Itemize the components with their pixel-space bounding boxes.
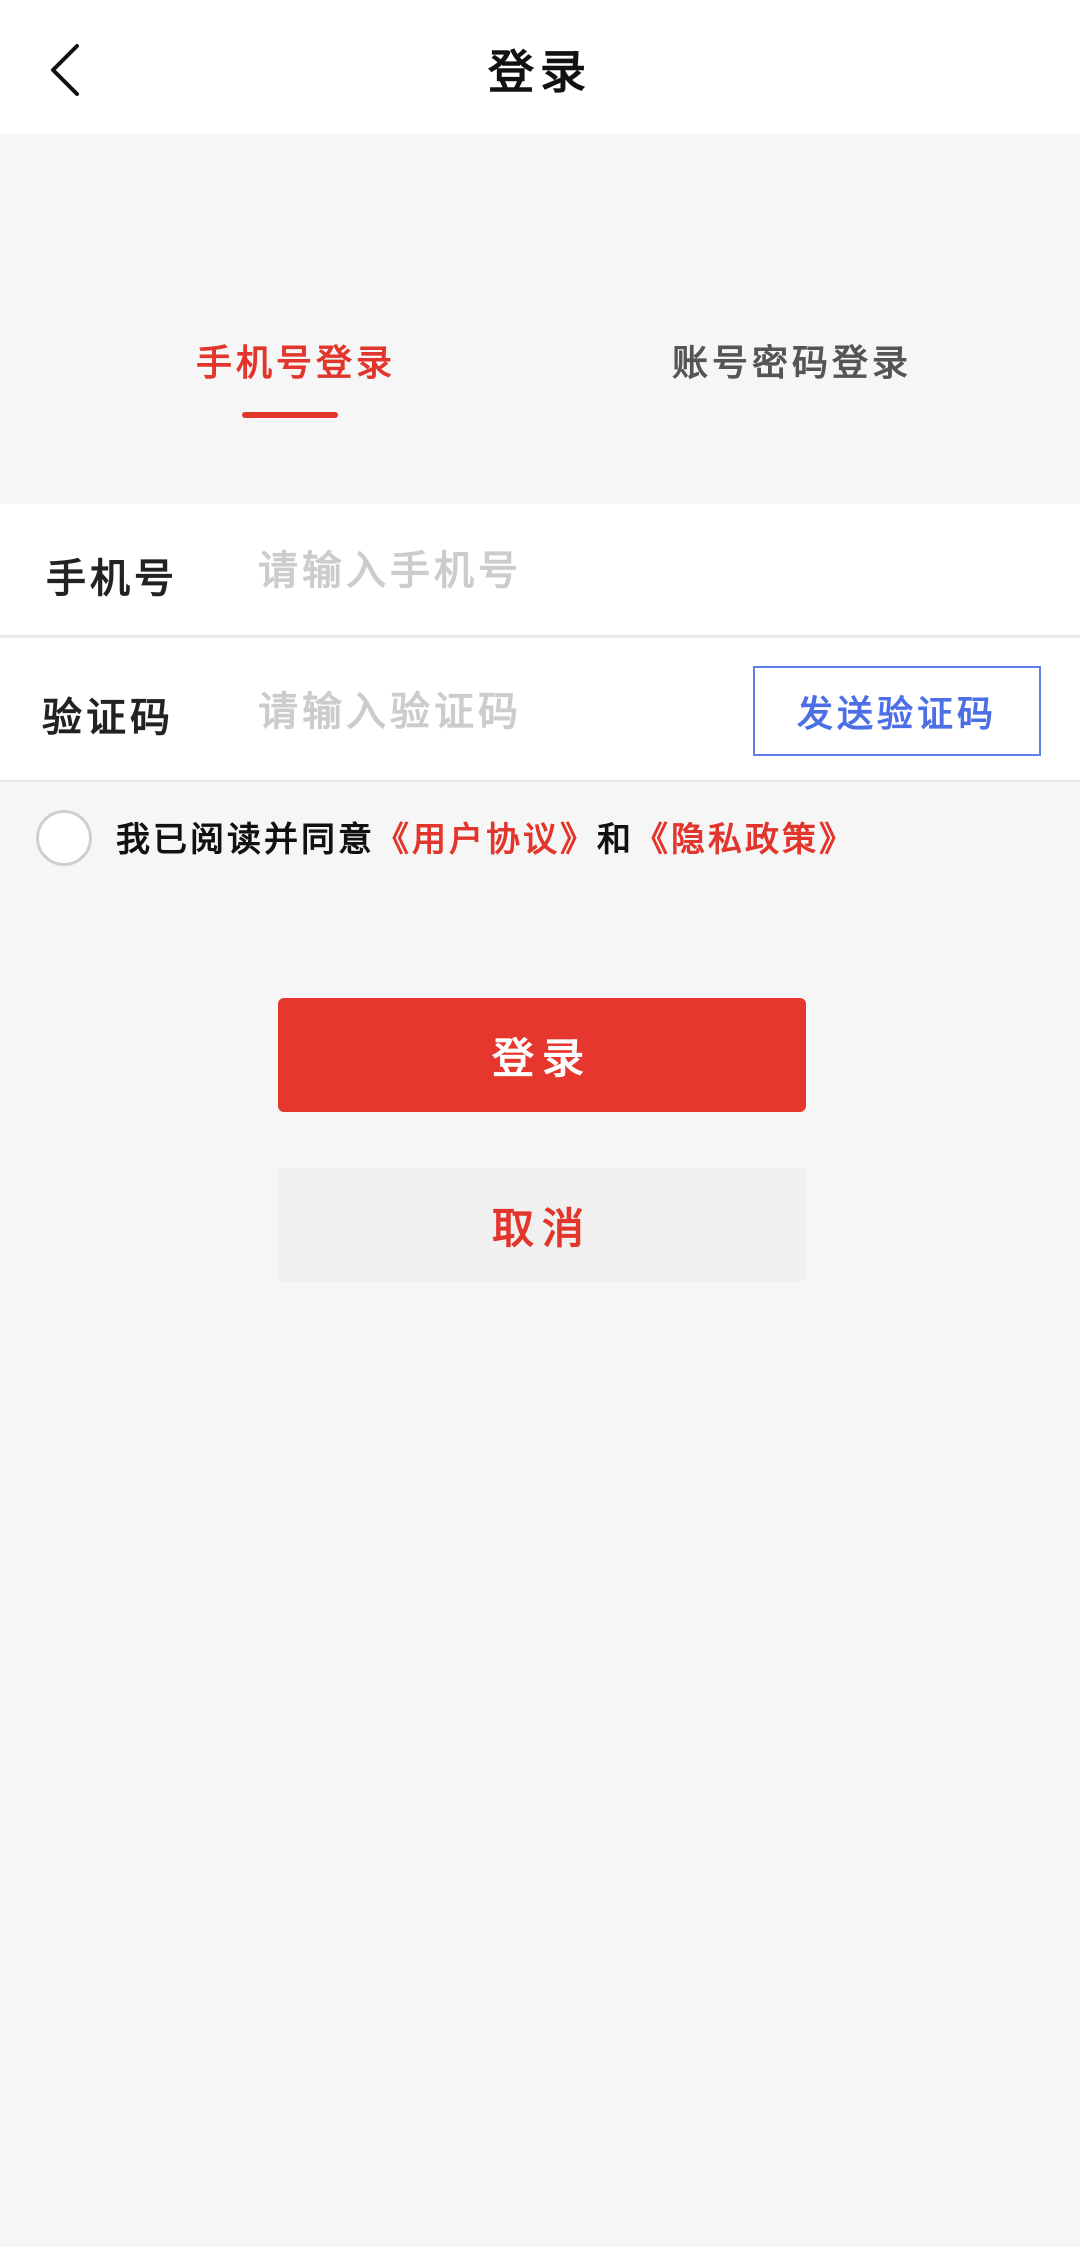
active-tab-indicator [242, 412, 338, 418]
cancel-button[interactable]: 取消 [278, 1168, 806, 1282]
phone-input[interactable] [258, 540, 718, 600]
phone-label: 手机号 [46, 555, 178, 602]
page-title: 登录 [488, 45, 592, 99]
agreement-conjunction: 和 [597, 820, 634, 860]
code-row: 验证码 发送验证码 [0, 639, 1080, 782]
agree-checkbox[interactable] [36, 810, 92, 866]
header: 登录 [0, 0, 1080, 134]
login-button[interactable]: 登录 [278, 998, 806, 1112]
privacy-policy-link[interactable]: 《隐私政策》 [634, 820, 856, 860]
login-page: 登录 手机号登录 账号密码登录 手机号 验证码 发送验证码 我已阅读并同意《用户… [0, 0, 1080, 2247]
code-label: 验证码 [42, 694, 174, 741]
user-agreement-link[interactable]: 《用户协议》 [375, 820, 597, 860]
tab-phone-login[interactable]: 手机号登录 [196, 334, 396, 386]
agreement-text: 我已阅读并同意《用户协议》和《隐私政策》 [116, 812, 856, 861]
agreement-prefix: 我已阅读并同意 [116, 820, 375, 860]
phone-row: 手机号 [0, 504, 1080, 637]
code-input[interactable] [258, 681, 718, 741]
send-code-button[interactable]: 发送验证码 [753, 666, 1041, 756]
login-tabs: 手机号登录 账号密码登录 [0, 134, 1080, 504]
agreement-row: 我已阅读并同意《用户协议》和《隐私政策》 [0, 782, 1080, 892]
tab-account-password-login[interactable]: 账号密码登录 [672, 334, 912, 386]
